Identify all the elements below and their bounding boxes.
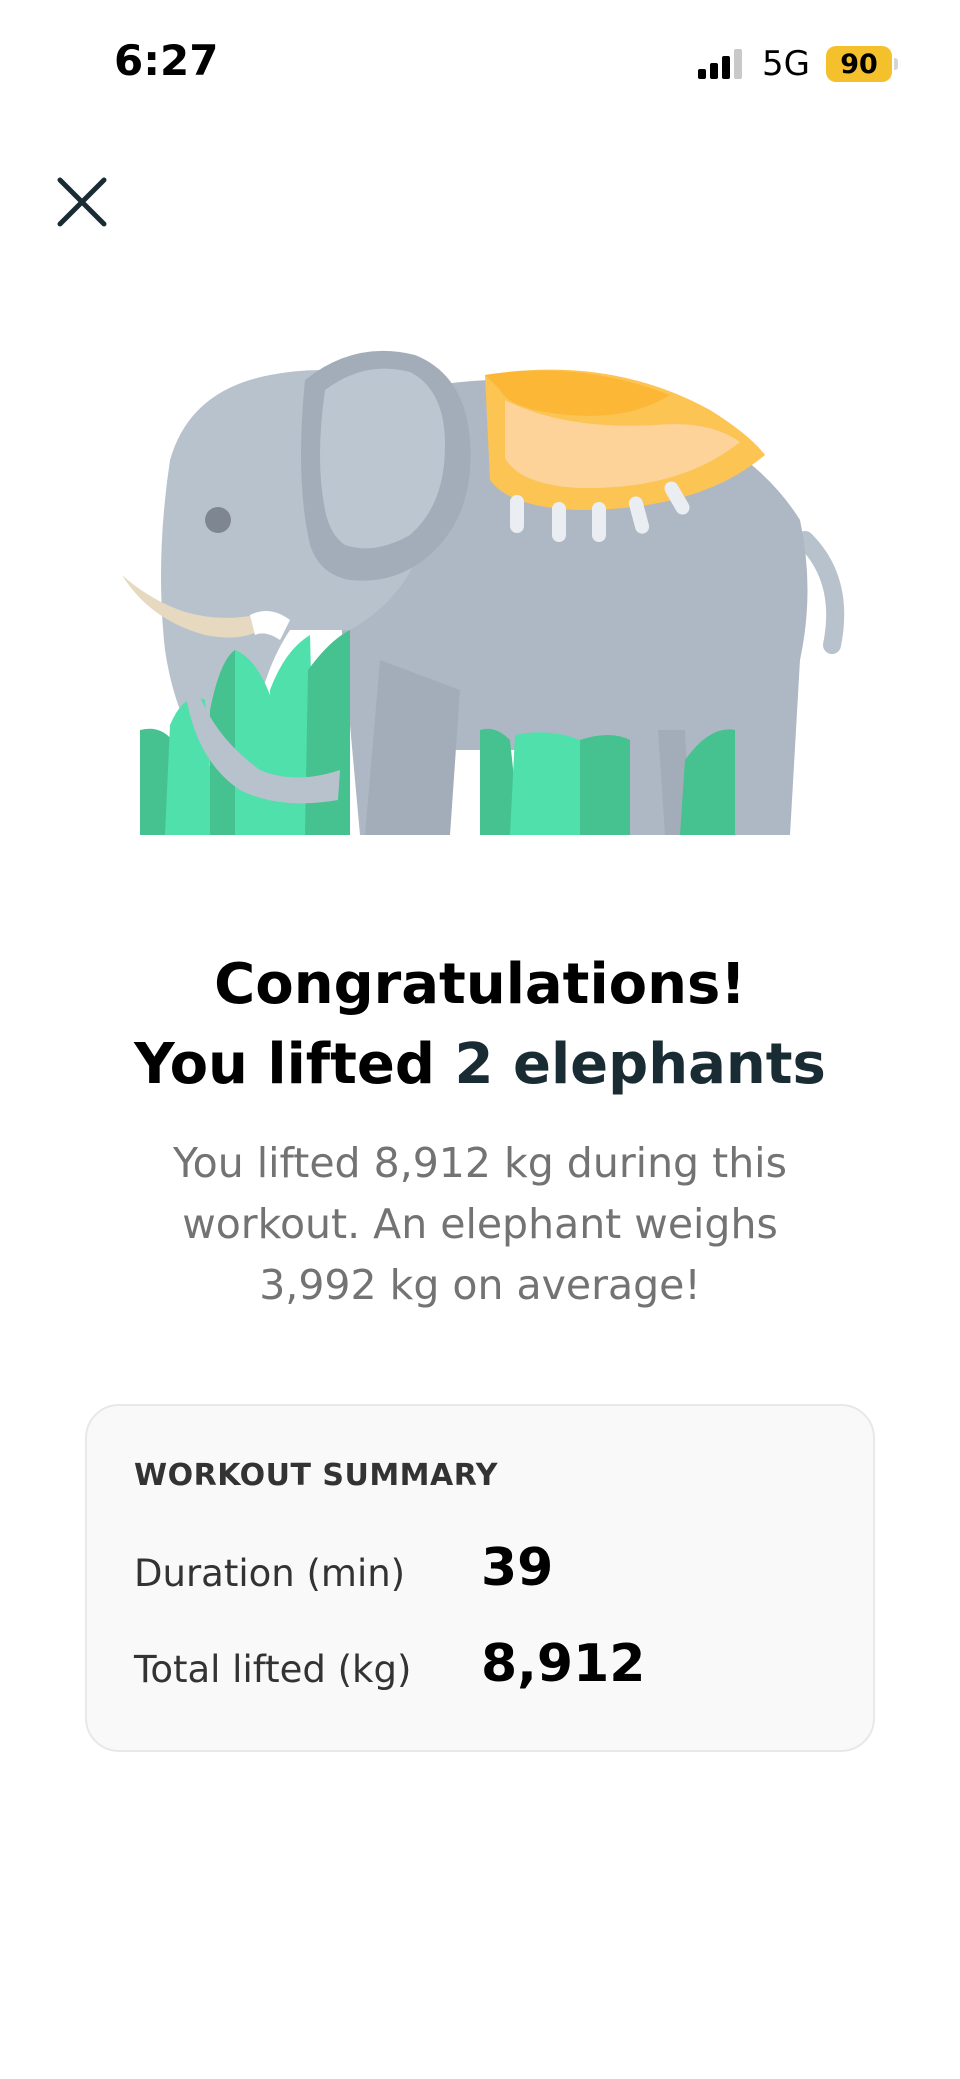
battery-cap <box>894 58 898 70</box>
headline-prefix: You lifted <box>134 1032 455 1097</box>
status-indicators: 5G 90 <box>698 44 898 84</box>
close-button[interactable] <box>52 172 112 232</box>
congratulations-headline: Congratulations! You lifted 2 elephants <box>0 945 960 1105</box>
elephant-illustration <box>122 350 845 835</box>
summary-row-total-lifted: Total lifted (kg) 8,912 <box>134 1634 834 1704</box>
headline-line2: You lifted 2 elephants <box>0 1025 960 1105</box>
battery-indicator: 90 <box>826 46 898 82</box>
status-time: 6:27 <box>114 36 219 85</box>
summary-value: 39 <box>481 1538 554 1598</box>
headline-line1: Congratulations! <box>214 952 746 1017</box>
summary-label: Total lifted (kg) <box>134 1648 412 1691</box>
summary-row-duration: Duration (min) 39 <box>134 1538 834 1608</box>
battery-level: 90 <box>826 46 892 82</box>
status-bar: 6:27 5G 90 <box>0 0 960 130</box>
cellular-signal-icon <box>698 49 743 79</box>
close-icon <box>57 177 107 227</box>
summary-title: WORKOUT SUMMARY <box>134 1458 498 1493</box>
network-type: 5G <box>762 44 810 84</box>
summary-value: 8,912 <box>481 1634 646 1694</box>
workout-summary-card: WORKOUT SUMMARY Duration (min) 39 Total … <box>85 1404 875 1752</box>
elephant-count: 2 elephants <box>454 1032 826 1097</box>
workout-description: You lifted 8,912 kg during this workout.… <box>173 1139 787 1309</box>
summary-label: Duration (min) <box>134 1552 406 1595</box>
